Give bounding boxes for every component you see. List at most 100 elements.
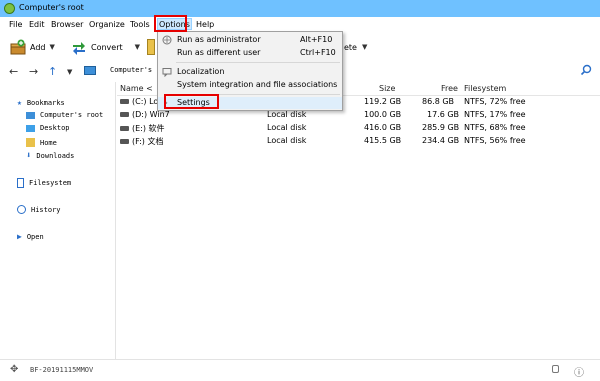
row-type: Local disk [267, 123, 307, 132]
add-archive-icon [10, 39, 26, 55]
row-type: Local disk [267, 136, 307, 145]
status-bar: ✥ BF-20191115MMOV ⓘ [0, 359, 600, 381]
filesystem-icon [17, 178, 24, 188]
drive-icon [120, 112, 129, 117]
file-list: Name < Size Free Filesystem (C:) Lo 119.… [117, 82, 600, 359]
row-name: (D:) Win7 [132, 110, 170, 119]
menu-options[interactable]: Options [157, 18, 192, 30]
sidebar-bookmarks[interactable]: ★ Bookmarks [17, 98, 65, 107]
row-filesystem: NTFS, 56% free [464, 136, 526, 145]
convert-button[interactable]: Convert ▼ [71, 37, 140, 57]
desktop-icon [26, 124, 35, 132]
row-free: 234.4 GB [422, 136, 460, 145]
menu-edit[interactable]: Edit [29, 19, 45, 31]
menu-tools[interactable]: Tools [130, 19, 150, 31]
convert-icon [73, 42, 85, 55]
drive-icon [120, 139, 129, 144]
forward-arrow-icon[interactable]: → [29, 65, 38, 78]
app-logo-icon [4, 3, 15, 14]
status-computer-name: BF-20191115MMOV [30, 366, 94, 374]
menu-item-localization[interactable]: Localization [158, 66, 342, 78]
add-button-label: Add [30, 42, 46, 52]
settings-icon: › [165, 99, 168, 107]
computer-icon [26, 111, 35, 119]
drive-icon [120, 126, 129, 131]
extract-button[interactable] [147, 37, 155, 57]
menu-item-run-as-different-user[interactable]: Run as different user Ctrl+F10 [158, 47, 342, 59]
move-handle-icon[interactable]: ✥ [10, 364, 18, 375]
sidebar-item-label: Desktop [40, 124, 70, 132]
chevron-down-icon[interactable]: ▼ [362, 43, 367, 51]
home-folder-icon [26, 138, 35, 147]
sidebar-filesystem[interactable]: Filesystem [17, 178, 71, 188]
menu-browser[interactable]: Browser [51, 19, 83, 31]
play-icon: ▶ [17, 232, 22, 241]
menu-item-label: System integration and file associations [177, 80, 338, 89]
clock-icon [17, 205, 26, 214]
sidebar-item-downloads[interactable]: ⬇ Downloads [26, 151, 74, 161]
sidebar-item-computers-root[interactable]: Computer's root [26, 111, 103, 119]
menu-file[interactable]: File [9, 19, 22, 31]
shield-icon [162, 35, 172, 45]
sidebar-item-home[interactable]: Home [26, 138, 57, 147]
menu-item-label: Run as administrator [177, 35, 261, 44]
menu-help[interactable]: Help [196, 19, 214, 31]
star-icon: ★ [17, 98, 22, 107]
row-size: 100.0 GB [364, 110, 402, 119]
row-name: (E:) 软件 [132, 124, 165, 133]
row-filesystem: NTFS, 72% free [464, 97, 526, 106]
menu-bar: File Edit Browser Organize Tools Options… [0, 17, 600, 32]
convert-button-label: Convert [91, 42, 123, 52]
download-icon: ⬇ [26, 151, 32, 161]
menu-item-label: Localization [177, 67, 225, 76]
menu-item-system-integration[interactable]: System integration and file associations [158, 79, 342, 91]
sidebar-bookmarks-label: Bookmarks [26, 98, 65, 107]
sidebar-item-label: Home [40, 138, 57, 147]
sidebar-open-label: Open [26, 232, 44, 241]
info-icon[interactable]: ⓘ [574, 364, 584, 379]
table-row[interactable]: (D:) Win7 Local disk 100.0 GB 17.6 GB NT… [117, 110, 600, 121]
sidebar-open[interactable]: ▶ Open [17, 232, 44, 241]
menu-separator [176, 62, 340, 63]
menu-item-run-as-administrator[interactable]: Run as administrator Alt+F10 [158, 34, 342, 46]
column-header-size[interactable]: Size [379, 84, 395, 93]
delete-button[interactable]: ete [344, 37, 357, 57]
drive-icon [120, 99, 129, 104]
lock-icon[interactable] [552, 365, 559, 373]
menu-item-shortcut: Ctrl+F10 [300, 48, 336, 57]
row-free: 86.8 GB [422, 97, 455, 106]
row-filesystem: NTFS, 17% free [464, 110, 526, 119]
row-name: (F:) 文档 [132, 137, 164, 146]
row-size: 415.5 GB [364, 136, 402, 145]
row-free: 17.6 GB [427, 110, 460, 119]
table-row[interactable]: (F:) 文档 Local disk 415.5 GB 234.4 GB NTF… [117, 136, 600, 147]
options-menu: Run as administrator Alt+F10 Run as diff… [157, 31, 343, 111]
breadcrumb[interactable]: Computer's r [110, 66, 161, 74]
computer-icon [84, 66, 96, 75]
folder-icon [147, 39, 155, 55]
title-bar: Computer's root [0, 0, 600, 17]
menu-item-settings[interactable]: › Settings [158, 97, 342, 109]
column-header-name[interactable]: Name < [120, 84, 153, 93]
sidebar-history[interactable]: History [17, 205, 61, 214]
menu-organize[interactable]: Organize [89, 19, 125, 31]
sidebar-item-desktop[interactable]: Desktop [26, 124, 70, 132]
menu-separator [176, 94, 340, 95]
speech-bubble-icon [162, 68, 172, 77]
window-title: Computer's root [19, 3, 84, 12]
row-size: 119.2 GB [364, 97, 402, 106]
sidebar-history-label: History [31, 205, 61, 214]
table-row[interactable]: (E:) 软件 Local disk 416.0 GB 285.9 GB NTF… [117, 123, 600, 134]
column-header-free[interactable]: Free [441, 84, 458, 93]
sidebar-item-label: Computer's root [40, 111, 104, 119]
menu-item-shortcut: Alt+F10 [300, 35, 333, 44]
search-icon[interactable] [580, 64, 592, 76]
column-header-filesystem[interactable]: Filesystem [464, 84, 506, 93]
sidebar: ★ Bookmarks Computer's root Desktop Home… [0, 82, 116, 359]
chevron-down-icon: ▼ [134, 43, 141, 51]
back-arrow-icon[interactable]: ← [9, 65, 18, 78]
up-arrow-icon[interactable]: ↑ [48, 65, 57, 78]
add-button[interactable]: Add ▼ [10, 37, 55, 57]
chevron-down-icon[interactable]: ▼ [67, 68, 72, 76]
sidebar-item-label: Downloads [36, 152, 75, 160]
